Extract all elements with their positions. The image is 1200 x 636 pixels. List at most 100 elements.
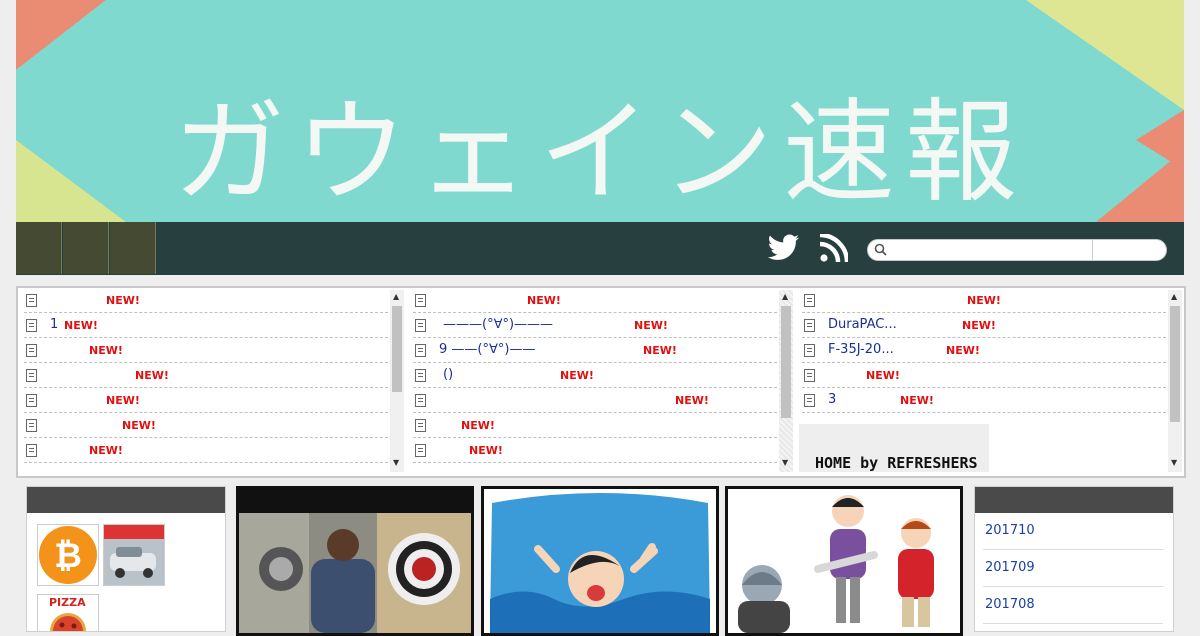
search-input[interactable] <box>892 242 1090 256</box>
svg-text:₿: ₿ <box>54 536 82 576</box>
new-badge: NEW! <box>89 344 123 357</box>
car-thumb[interactable] <box>103 524 165 586</box>
document-icon <box>26 294 37 307</box>
scrollbar[interactable]: ▲ ▼ <box>779 290 793 472</box>
item-title[interactable]: F-35J-20... <box>828 342 894 357</box>
divider <box>983 623 1163 624</box>
document-icon <box>26 444 37 457</box>
document-icon <box>26 344 37 357</box>
list-item[interactable]: NEW! <box>24 363 388 388</box>
panel-header <box>27 487 225 513</box>
document-icon <box>415 394 426 407</box>
archive-panel: 201710 201709 201708 <box>974 486 1174 632</box>
list-item[interactable]: NEW! <box>413 288 777 313</box>
document-icon <box>804 294 815 307</box>
axe-throwing-photo <box>239 489 471 633</box>
panel-header <box>975 487 1173 513</box>
new-badge: NEW! <box>946 344 980 357</box>
rss-icon[interactable] <box>820 234 848 262</box>
list-item[interactable]: NEW! <box>802 288 1166 313</box>
list-item[interactable]: NEW! <box>802 363 1166 388</box>
list-item[interactable]: 1 NEW! <box>24 313 388 338</box>
feature-drowning[interactable] <box>481 486 719 636</box>
scroll-down-arrow[interactable]: ▼ <box>782 458 788 467</box>
new-badge: NEW! <box>461 419 495 432</box>
archive-link-201709[interactable]: 201709 <box>985 560 1035 575</box>
list-item[interactable]: ———(°∀°)——— NEW! <box>413 313 777 338</box>
feature-bullying[interactable] <box>725 486 963 636</box>
scroll-thumb[interactable] <box>781 306 791 418</box>
document-icon <box>415 344 426 357</box>
feature-axe-throwing[interactable] <box>236 486 474 636</box>
new-badge: NEW! <box>967 294 1001 307</box>
list-item[interactable]: 3 NEW! <box>802 388 1166 413</box>
home-refreshers-text: HOME by REFRESHERS <box>815 454 978 472</box>
scroll-up-arrow[interactable]: ▲ <box>393 292 399 301</box>
divider <box>983 586 1163 587</box>
document-icon <box>26 319 37 332</box>
site-title: ガウェイン速報 <box>173 88 1027 218</box>
scrollbar[interactable]: ▲ ▼ <box>1168 290 1182 472</box>
nav-tab-2[interactable] <box>63 222 109 274</box>
list-item[interactable]: DuraPAC... NEW! <box>802 313 1166 338</box>
document-icon <box>415 294 426 307</box>
bitcoin-icon: ₿ <box>39 526 97 584</box>
document-icon <box>415 369 426 382</box>
list-item[interactable]: NEW! <box>24 288 388 313</box>
document-icon <box>804 344 815 357</box>
scroll-up-arrow[interactable]: ▲ <box>782 292 788 301</box>
archive-link-201708[interactable]: 201708 <box>985 597 1035 612</box>
bully-illustration <box>728 489 960 633</box>
antenna-column-2: NEW! ———(°∀°)——— NEW! 9 ——(°∀°)—— NEW! (… <box>407 288 795 476</box>
new-badge: NEW! <box>135 369 169 382</box>
new-badge: NEW! <box>469 444 503 457</box>
new-badge: NEW! <box>900 394 934 407</box>
list-item[interactable]: NEW! <box>413 438 777 463</box>
item-title[interactable]: ———(°∀°)——— <box>443 317 553 332</box>
item-title[interactable]: DuraPAC... <box>828 317 897 332</box>
new-badge: NEW! <box>643 344 677 357</box>
list-item[interactable]: NEW! <box>413 388 777 413</box>
new-badge: NEW! <box>866 369 900 382</box>
document-icon <box>415 419 426 432</box>
pizza-thumb[interactable]: PIZZA <box>37 594 99 631</box>
item-title[interactable]: () <box>443 367 453 382</box>
nav-tab-3[interactable] <box>110 222 156 274</box>
nav-tab-1[interactable] <box>16 222 62 274</box>
bitcoin-thumb[interactable]: ₿ <box>37 524 99 586</box>
left-sidebar-panel: ₿ PIZZA <box>26 486 226 632</box>
search-button[interactable] <box>1094 240 1164 260</box>
list-item[interactable]: NEW! <box>24 438 388 463</box>
list-item[interactable]: () NEW! <box>413 363 777 388</box>
scroll-down-arrow[interactable]: ▼ <box>1171 458 1177 467</box>
list-item[interactable]: NEW! <box>24 338 388 363</box>
new-badge: NEW! <box>106 394 140 407</box>
list-item[interactable]: NEW! <box>413 413 777 438</box>
search-box <box>867 239 1167 261</box>
new-badge: NEW! <box>634 319 668 332</box>
scroll-down-arrow[interactable]: ▼ <box>393 458 399 467</box>
twitter-icon[interactable] <box>768 234 800 262</box>
antenna-column-1: NEW! 1 NEW! NEW! NEW! NEW! NEW! NEW! ▲ ▼ <box>18 288 406 476</box>
scrollbar[interactable]: ▲ ▼ <box>390 290 404 472</box>
list-item[interactable]: F-35J-20... NEW! <box>802 338 1166 363</box>
document-icon <box>26 394 37 407</box>
site-banner[interactable]: ガウェイン速報 <box>16 0 1184 222</box>
new-badge: NEW! <box>64 319 98 332</box>
new-badge: NEW! <box>122 419 156 432</box>
item-title[interactable]: 1 <box>50 317 58 332</box>
list-item[interactable]: NEW! <box>24 413 388 438</box>
new-badge: NEW! <box>89 444 123 457</box>
home-refreshers-banner[interactable]: HOME by REFRESHERS <box>799 424 989 472</box>
scroll-thumb[interactable] <box>1170 306 1180 422</box>
item-title[interactable]: 9 ——(°∀°)—— <box>439 342 535 357</box>
archive-link-201710[interactable]: 201710 <box>985 523 1035 538</box>
pizza-label: PIZZA <box>49 596 86 609</box>
new-badge: NEW! <box>560 369 594 382</box>
list-item[interactable]: 9 ——(°∀°)—— NEW! <box>413 338 777 363</box>
scroll-thumb[interactable] <box>392 306 402 392</box>
document-icon <box>26 419 37 432</box>
scroll-up-arrow[interactable]: ▲ <box>1171 292 1177 301</box>
list-item[interactable]: NEW! <box>24 388 388 413</box>
item-title[interactable]: 3 <box>828 392 836 407</box>
